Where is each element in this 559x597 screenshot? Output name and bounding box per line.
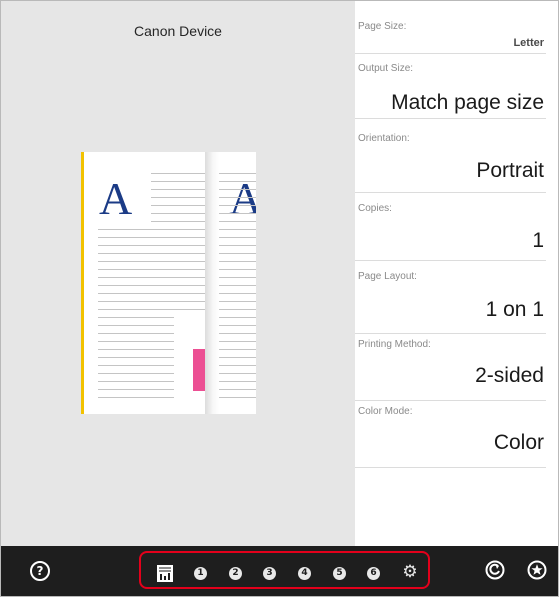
reset-icon[interactable]: [485, 560, 505, 580]
tab-5[interactable]: 5: [333, 567, 346, 580]
text-lines: [219, 173, 256, 229]
setting-copies[interactable]: Copies: 1: [355, 193, 546, 261]
setting-label: Copies:: [358, 203, 392, 214]
setting-label: Orientation:: [358, 133, 410, 144]
text-lines: [151, 173, 206, 229]
tab-selection-highlight: [139, 551, 430, 589]
setting-label: Output Size:: [358, 63, 414, 74]
tab-3[interactable]: 3: [263, 567, 276, 580]
setting-value: Letter: [513, 37, 544, 49]
tab-4[interactable]: 4: [298, 567, 311, 580]
setting-color-mode[interactable]: Color Mode: Color: [355, 401, 546, 468]
setting-label: Printing Method:: [358, 339, 431, 350]
tab-1[interactable]: 1: [194, 567, 207, 580]
setting-orientation[interactable]: Orientation: Portrait: [355, 119, 546, 193]
setting-value: 1 on 1: [485, 298, 544, 321]
tab-2[interactable]: 2: [229, 567, 242, 580]
preview-pane: Canon Device A A: [1, 1, 355, 546]
settings-panel: Page Size: Letter Output Size: Match pag…: [355, 1, 558, 546]
setting-page-layout[interactable]: Page Layout: 1 on 1: [355, 261, 546, 334]
setting-value: 1: [532, 229, 544, 252]
setting-value: Match page size: [391, 91, 544, 114]
setting-page-size[interactable]: Page Size: Letter: [355, 1, 546, 54]
preview-page-2: A: [205, 152, 256, 414]
bottom-app-bar: ? 1 2 3 4 5 6 ⚙: [1, 546, 558, 596]
setting-printing-method[interactable]: Printing Method: 2-sided: [355, 334, 546, 401]
page-preview[interactable]: A A: [81, 152, 256, 414]
gear-icon[interactable]: ⚙: [402, 563, 418, 581]
setting-output-size[interactable]: Output Size: Match page size: [355, 54, 546, 119]
help-icon[interactable]: ?: [30, 561, 50, 581]
print-settings-window: Canon Device A A: [0, 0, 559, 597]
setting-label: Page Size:: [358, 21, 407, 32]
tab-6[interactable]: 6: [367, 567, 380, 580]
device-name: Canon Device: [134, 23, 222, 39]
setting-value: Portrait: [476, 159, 544, 182]
summary-icon[interactable]: [157, 565, 173, 582]
page-letter: A: [99, 173, 133, 224]
text-lines: [219, 229, 256, 405]
preview-page-1: A: [81, 152, 210, 414]
setting-value: Color: [493, 431, 544, 454]
setting-label: Color Mode:: [358, 406, 413, 417]
setting-value: 2-sided: [475, 364, 544, 387]
star-icon[interactable]: [527, 560, 547, 580]
setting-label: Page Layout:: [358, 271, 417, 282]
